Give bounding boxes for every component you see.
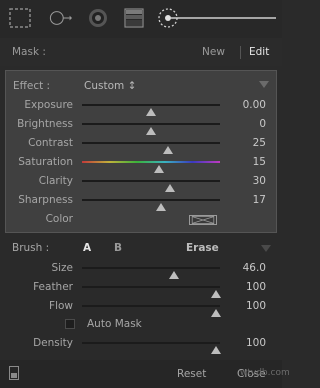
color-swatch-icon[interactable]	[189, 215, 217, 225]
slider-label: Clarity	[38, 175, 73, 187]
slider-thumb-icon[interactable]	[210, 346, 221, 354]
mask-divider	[240, 46, 241, 59]
slider-track[interactable]	[82, 161, 220, 173]
brush-a-button[interactable]: A	[83, 242, 91, 254]
effect-preset-dropdown[interactable]: Custom ↕	[84, 80, 136, 92]
slider-value[interactable]: 0	[259, 118, 266, 130]
slider-clarity: Clarity 30	[0, 172, 282, 192]
slider-label: Exposure	[24, 99, 73, 111]
color-row: Color	[0, 210, 282, 228]
graduated-filter-icon[interactable]	[122, 7, 146, 29]
reset-button[interactable]: Reset	[177, 368, 206, 380]
slider-label: Contrast	[28, 137, 73, 149]
slider-density: Density 100	[0, 334, 282, 354]
slider-track[interactable]	[82, 286, 221, 298]
watermark: wtvdb.com	[240, 368, 290, 378]
slider-track[interactable]	[82, 142, 220, 154]
slider-track[interactable]	[82, 342, 221, 354]
red-eye-icon[interactable]	[86, 7, 110, 29]
mask-edit-button[interactable]: Edit	[249, 46, 269, 58]
slider-track[interactable]	[82, 199, 220, 211]
slider-value[interactable]: 25	[253, 137, 266, 149]
spot-removal-icon[interactable]	[48, 7, 72, 29]
brush-collapse-triangle-icon[interactable]	[261, 245, 271, 252]
slider-track[interactable]	[82, 305, 221, 317]
slider-value[interactable]: 15	[253, 156, 266, 168]
slider-contrast: Contrast 25	[0, 134, 282, 154]
slider-sharpness: Sharpness 17	[0, 191, 282, 211]
slider-value[interactable]: 0.00	[243, 99, 266, 111]
mask-row: Mask : New Edit	[0, 38, 282, 66]
slider-label: Size	[51, 262, 73, 274]
slider-track[interactable]	[82, 104, 220, 116]
slider-track[interactable]	[82, 267, 220, 279]
slider-feather: Feather 100	[0, 278, 282, 298]
brush-header: Brush : A B Erase	[0, 238, 282, 258]
slider-track[interactable]	[82, 180, 220, 192]
mask-label: Mask :	[12, 46, 46, 58]
slider-value[interactable]: 30	[253, 175, 266, 187]
slider-label: Brightness	[17, 118, 73, 130]
adjustment-brush-icon[interactable]	[158, 7, 278, 29]
brush-b-button[interactable]: B	[114, 242, 122, 254]
slider-flow: Flow 100	[0, 297, 282, 317]
slider-label: Flow	[49, 300, 73, 312]
slider-label: Saturation	[18, 156, 73, 168]
slider-brightness: Brightness 0	[0, 115, 282, 135]
slider-label: Feather	[33, 281, 73, 293]
tool-strip	[0, 0, 282, 38]
slider-track[interactable]	[82, 123, 220, 135]
crop-icon[interactable]	[8, 7, 32, 29]
slider-exposure: Exposure 0.00	[0, 96, 282, 116]
slider-value[interactable]: 100	[246, 281, 266, 293]
color-label: Color	[45, 213, 73, 225]
slider-value[interactable]: 100	[246, 300, 266, 312]
automask-label: Auto Mask	[87, 318, 142, 330]
brush-erase-button[interactable]: Erase	[186, 242, 219, 254]
toggle-switch-icon[interactable]	[9, 366, 19, 380]
automask-row: Auto Mask	[0, 316, 282, 332]
brush-label: Brush :	[12, 242, 50, 254]
effect-label: Effect :	[13, 80, 51, 92]
effect-collapse-triangle-icon[interactable]	[259, 81, 269, 88]
slider-size: Size 46.0	[0, 259, 282, 279]
slider-value[interactable]: 46.0	[243, 262, 266, 274]
automask-checkbox[interactable]	[65, 319, 75, 329]
slider-value[interactable]: 100	[246, 337, 266, 349]
slider-saturation: Saturation 15	[0, 153, 282, 173]
slider-label: Sharpness	[18, 194, 73, 206]
slider-value[interactable]: 17	[253, 194, 266, 206]
slider-label: Density	[33, 337, 73, 349]
mask-new-button[interactable]: New	[202, 46, 225, 58]
